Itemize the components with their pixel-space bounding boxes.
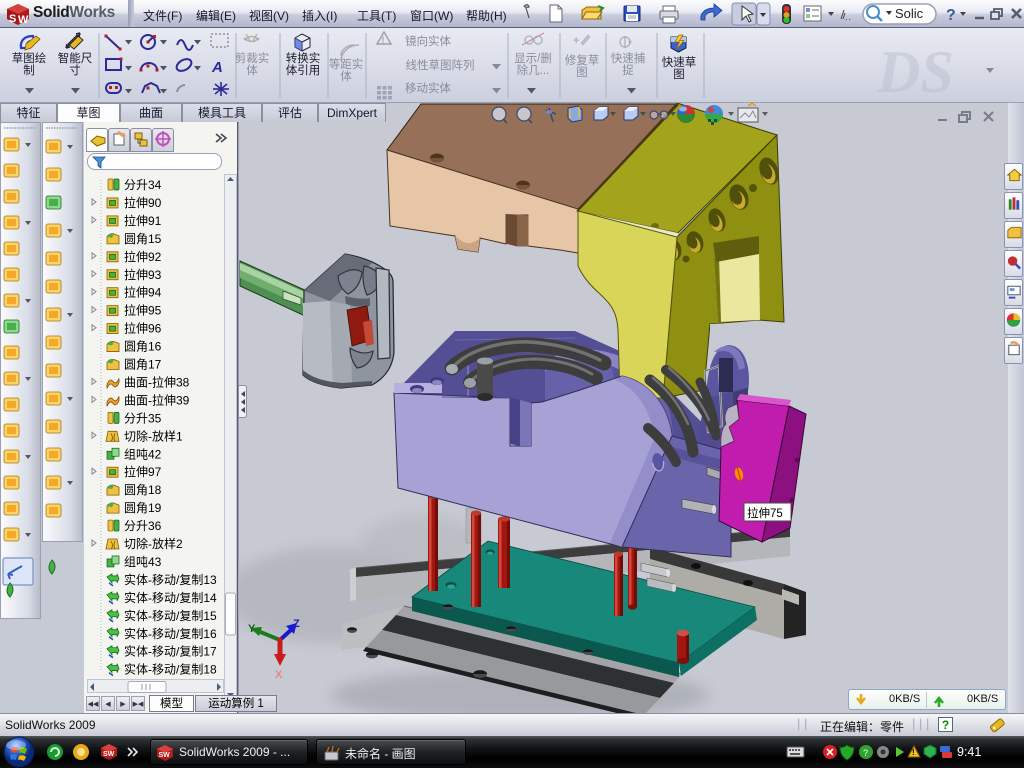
svg-text:实体-移动/复制16: 实体-移动/复制16 (124, 626, 217, 641)
svg-text:圆角19: 圆角19 (124, 501, 162, 515)
svg-text:曲面-拉伸39: 曲面-拉伸39 (124, 392, 190, 407)
svg-text:切除-放样1: 切除-放样1 (124, 428, 183, 443)
svg-text:拉伸95: 拉伸95 (124, 303, 162, 318)
svg-text:?: ? (863, 748, 868, 758)
svg-text:实体-移动/复制18: 实体-移动/复制18 (124, 662, 217, 677)
svg-text:圆角16: 圆角16 (124, 340, 162, 354)
svg-text:组吨43: 组吨43 (124, 555, 162, 569)
svg-text:!: ! (912, 748, 915, 757)
svg-text:实体-移动/复制14: 实体-移动/复制14 (124, 590, 217, 605)
svg-text:拉伸92: 拉伸92 (124, 249, 162, 264)
svg-text:组吨42: 组吨42 (124, 447, 162, 461)
svg-text:实体-移动/复制15: 实体-移动/复制15 (124, 608, 217, 623)
svg-text:A: A (211, 59, 223, 76)
svg-text:拉伸96: 拉伸96 (124, 321, 162, 336)
svg-text:Z: Z (293, 618, 300, 630)
svg-text:拉伸97: 拉伸97 (124, 464, 162, 479)
svg-text:拉伸93: 拉伸93 (124, 267, 162, 282)
svg-text:分升35: 分升35 (124, 411, 162, 425)
svg-text:W: W (18, 14, 29, 26)
svg-text:SW: SW (103, 751, 115, 758)
svg-text:拉伸90: 拉伸90 (124, 195, 162, 210)
svg-text:实体-移动/复制17: 实体-移动/复制17 (124, 644, 217, 659)
svg-text:?: ? (946, 7, 956, 24)
svg-text:分升34: 分升34 (124, 178, 162, 192)
svg-text:曲面-拉伸38: 曲面-拉伸38 (124, 374, 190, 389)
svg-text:实体-移动/复制13: 实体-移动/复制13 (124, 572, 217, 587)
svg-text:!: ! (382, 35, 385, 45)
svg-text:拉伸75: 拉伸75 (747, 506, 783, 520)
svg-text:切除-放样2: 切除-放样2 (124, 536, 183, 551)
svg-text:圆角17: 圆角17 (124, 358, 162, 372)
svg-text:Y: Y (248, 623, 256, 635)
svg-text:+: + (573, 35, 579, 47)
svg-text:圆角15: 圆角15 (124, 232, 162, 246)
svg-text:拉伸91: 拉伸91 (124, 213, 162, 228)
svg-text:拉伸94: 拉伸94 (124, 285, 162, 300)
svg-text:SW: SW (159, 752, 171, 759)
svg-text:分升36: 分升36 (124, 519, 162, 533)
svg-text:X: X (275, 669, 283, 681)
svg-text:S: S (9, 13, 16, 25)
svg-text:圆角18: 圆角18 (124, 483, 162, 497)
svg-text:Solic: Solic (895, 6, 924, 21)
